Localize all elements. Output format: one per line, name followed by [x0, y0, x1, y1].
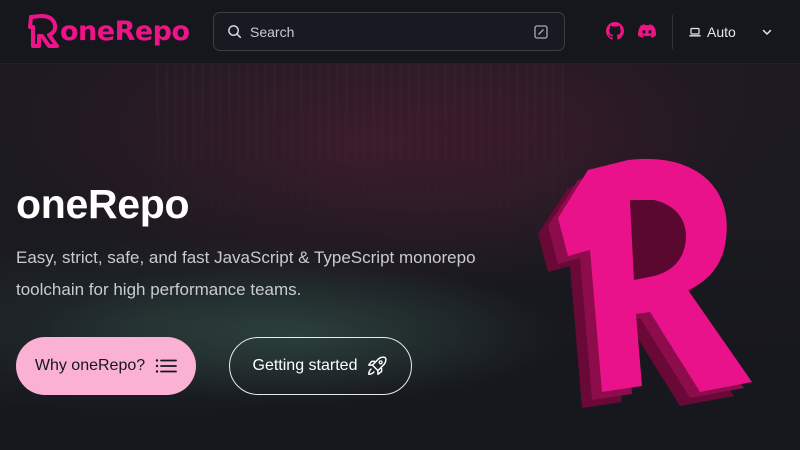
hero-title: oneRepo [16, 181, 190, 227]
search-placeholder: Search [250, 23, 295, 40]
search-input[interactable]: Search [213, 12, 565, 51]
theme-select-value: Auto [707, 24, 736, 40]
getting-started-button-label: Getting started [252, 357, 358, 374]
onerepo-logo-icon [28, 14, 59, 48]
site-header: oneRepo Search Auto [0, 0, 800, 64]
search-icon [228, 25, 242, 39]
brand-name: oneRepo [60, 15, 190, 47]
site-logo-link[interactable]: oneRepo [27, 13, 190, 49]
why-onerepo-button[interactable]: Why oneRepo? [16, 337, 196, 395]
onerepo-3d-logo-icon [538, 158, 752, 408]
keyboard-shortcut-icon [534, 25, 548, 39]
hero-section: oneRepo Easy, strict, safe, and fast Jav… [0, 64, 800, 450]
github-icon[interactable] [606, 22, 624, 40]
theme-select[interactable]: Auto [689, 20, 779, 44]
discord-icon[interactable] [638, 22, 656, 40]
header-divider [672, 15, 673, 49]
hero-tagline: Easy, strict, safe, and fast JavaScript … [16, 248, 476, 299]
laptop-icon [689, 27, 701, 37]
list-icon [155, 359, 178, 373]
rocket-icon [368, 356, 388, 375]
why-onerepo-button-label: Why oneRepo? [34, 357, 146, 374]
getting-started-button[interactable]: Getting started [229, 337, 412, 395]
chevron-down-icon [762, 29, 772, 35]
